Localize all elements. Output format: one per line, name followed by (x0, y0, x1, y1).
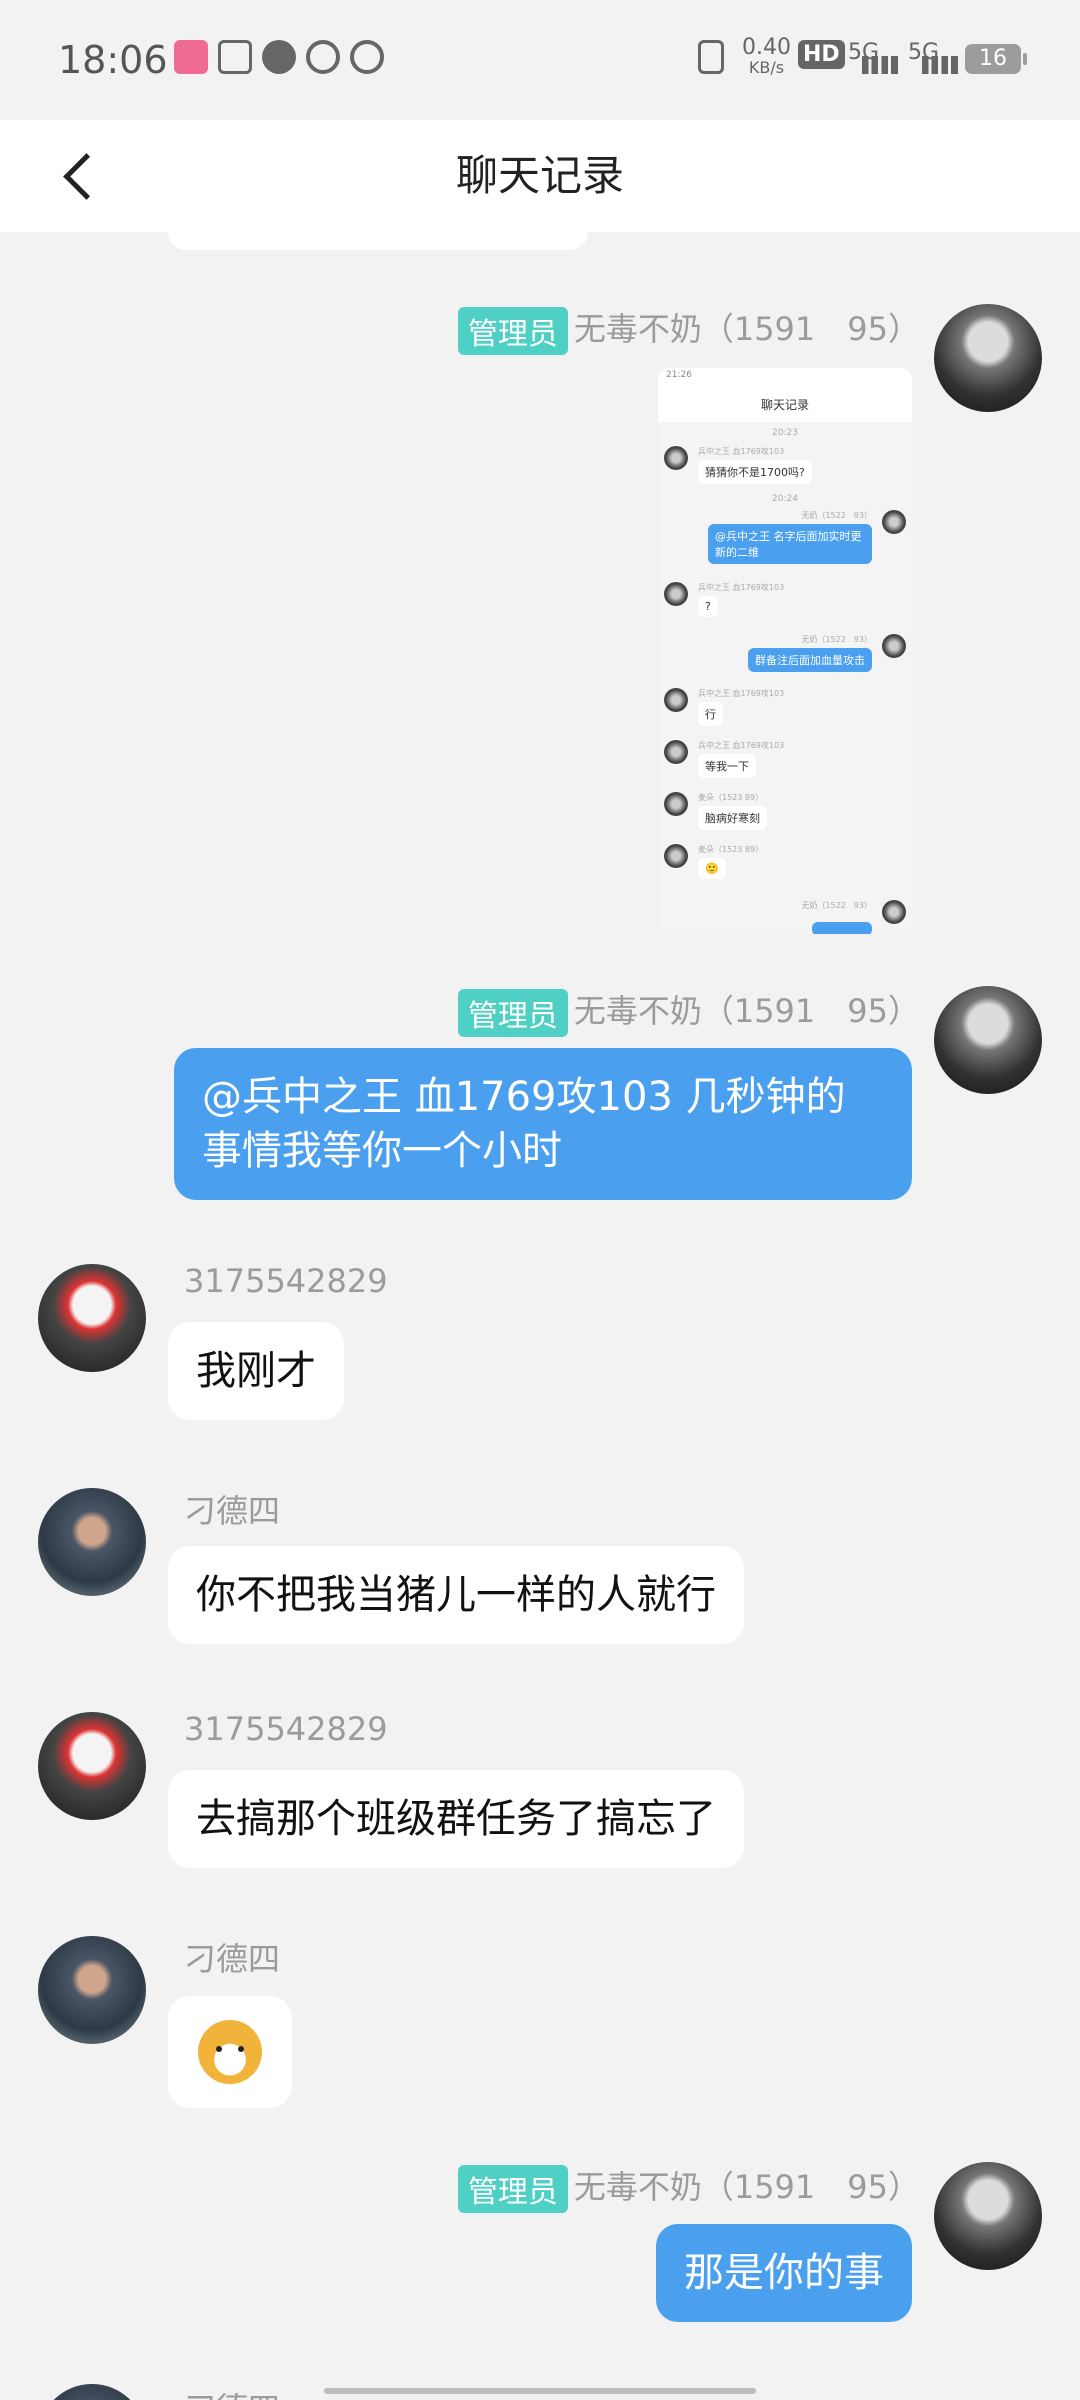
avatar[interactable] (38, 1936, 146, 2044)
prev-message-bubble (168, 232, 588, 250)
shot-title: 聊天记录 (760, 398, 809, 412)
sender-name: 管理员 无毒不奶（1591 95） (457, 2162, 920, 2213)
shot-sender: 无奶（1522 93） (801, 901, 872, 910)
sender-name: 刁德四 (184, 1492, 281, 1530)
app-icon (174, 40, 208, 74)
sender-label: 无毒不奶（1591 95） (573, 310, 920, 348)
avatar[interactable] (38, 1712, 146, 1820)
battery-icon: 16 (965, 44, 1027, 74)
avatar[interactable] (38, 1264, 146, 1372)
avatar[interactable] (934, 2162, 1042, 2270)
shot-sender: 兵中之王 血1769攻103 (698, 583, 785, 592)
avatar[interactable] (934, 986, 1042, 1094)
netease-icon (306, 40, 340, 74)
shot-avatar (664, 740, 688, 764)
sender-name: 管理员 无毒不奶（1591 95） (457, 304, 920, 355)
status-bar: 18:06 0.40 KB/s HD 5G 5G 16 (0, 0, 1080, 120)
shot-bubble: 等我一下 (698, 754, 756, 778)
shot-status: 21:26 (666, 370, 692, 380)
shot-sender: 兵中之王 血1769攻103 (698, 689, 785, 698)
shot-bubble: 群备注后面加血量攻击 (748, 648, 872, 672)
shot-sender: 无奶（1522 93） (801, 635, 872, 644)
chat-header: 聊天记录 (0, 120, 1080, 232)
status-time: 18:06 (58, 38, 168, 82)
avatar[interactable] (38, 1488, 146, 1596)
shot-timestamp: 20:23 (772, 428, 798, 438)
shot-bubble: @兵中之王 名字后面加实时更新的二维 (708, 524, 872, 564)
sender-name: 刁德四 (184, 2384, 280, 2400)
image-message[interactable]: 21:26 聊天记录 20:23 兵中之王 血1769攻103 猜猜你不是170… (658, 368, 912, 934)
shot-avatar (882, 510, 906, 534)
sender-name: 3175542829 (184, 1710, 388, 1748)
admin-badge: 管理员 (457, 989, 568, 1037)
message-icon (262, 40, 296, 74)
shot-bubble: 脑病好寒刻 (698, 806, 767, 830)
shot-sender: 兵中之王 血1769攻103 (698, 741, 785, 750)
shot-avatar (882, 900, 906, 924)
shot-sender: 麦朵（1523 89） (698, 793, 764, 802)
page-title: 聊天记录 (455, 151, 624, 200)
shot-sender: 无奶（1522 93） (801, 511, 872, 520)
sender-name: 3175542829 (184, 1262, 388, 1300)
home-indicator[interactable] (324, 2388, 756, 2394)
avatar[interactable] (934, 304, 1042, 412)
shot-timestamp: 20:24 (772, 494, 798, 504)
signal-icon (922, 56, 958, 74)
message-bubble[interactable]: 我刚才 (168, 1322, 344, 1420)
sender-label: 无毒不奶（1591 95） (573, 2168, 920, 2206)
shot-bubble: 猜猜你不是1700吗? (698, 460, 812, 484)
sticker-message[interactable] (168, 1996, 292, 2108)
vibrate-icon (698, 40, 724, 74)
shot-bubble (812, 922, 872, 934)
sender-label: 无毒不奶（1591 95） (573, 992, 920, 1030)
shot-sender: 麦朵（1523 89） (698, 845, 764, 854)
net-speed-unit: KB/s (748, 58, 785, 77)
shot-avatar (664, 582, 688, 606)
shot-bubble: 行 (698, 702, 723, 726)
message-bubble[interactable]: 那是你的事 (656, 2224, 912, 2322)
hd-icon: HD (798, 40, 845, 69)
doge-sticker-icon (198, 2020, 262, 2084)
shot-bubble: 🙂 (698, 858, 726, 879)
admin-badge: 管理员 (457, 307, 568, 355)
net-speed: 0.40 KB/s (742, 35, 791, 78)
shot-avatar (664, 446, 688, 470)
admin-badge: 管理员 (457, 2165, 568, 2213)
avatar[interactable] (38, 2384, 146, 2400)
message-bubble[interactable]: 你不把我当猪儿一样的人就行 (168, 1546, 744, 1644)
shot-avatar (664, 792, 688, 816)
shot-avatar (882, 634, 906, 658)
weibo-icon (350, 40, 384, 74)
shot-avatar (664, 844, 688, 868)
shot-avatar (664, 688, 688, 712)
sender-name: 刁德四 (184, 1940, 281, 1978)
sender-name: 管理员 无毒不奶（1591 95） (457, 986, 920, 1037)
message-bubble[interactable]: @兵中之王 血1769攻103 几秒钟的事情我等你一个小时 (174, 1048, 912, 1200)
shot-header: 21:26 聊天记录 (658, 368, 912, 422)
net-speed-value: 0.40 (742, 35, 791, 60)
shot-bubble: ? (698, 596, 718, 617)
chat-history[interactable]: 管理员 无毒不奶（1591 95） 21:26 聊天记录 20:23 兵中之王 血… (0, 232, 1080, 2400)
signal-icon (862, 56, 898, 74)
message-bubble[interactable]: 去搞那个班级群任务了搞忘了 (168, 1770, 744, 1868)
alipay-icon (218, 40, 252, 74)
shot-sender: 兵中之王 血1769攻103 (698, 447, 785, 456)
